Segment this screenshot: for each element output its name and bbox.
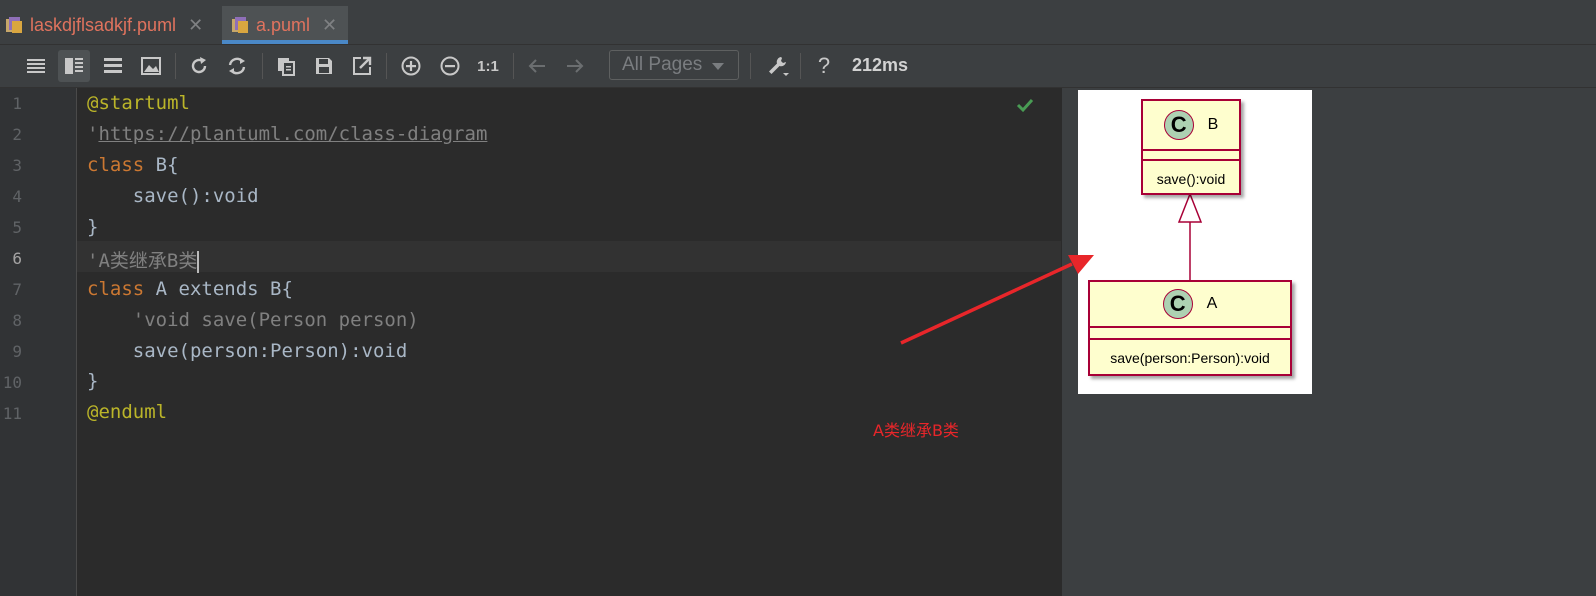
refresh-icon[interactable] xyxy=(183,50,215,82)
close-icon[interactable]: ✕ xyxy=(188,15,203,36)
toolbar-separator xyxy=(386,53,387,79)
comment-quote: ' xyxy=(87,123,99,145)
line-number: 6 xyxy=(12,249,22,268)
code-line-8[interactable]: 'void save(Person person) xyxy=(87,309,419,331)
page-select-value: All Pages xyxy=(622,54,703,75)
class-stereotype-icon: C xyxy=(1163,110,1194,140)
save-icon[interactable] xyxy=(308,50,340,82)
puml-file-icon xyxy=(230,15,250,35)
line-number: 9 xyxy=(12,342,22,361)
code-line-3[interactable]: class B{ xyxy=(87,154,179,176)
class-divider xyxy=(1090,326,1290,328)
back-arrow-icon[interactable] xyxy=(521,50,553,82)
class-a-name: A xyxy=(1206,295,1218,312)
puml-file-icon xyxy=(4,15,24,35)
code-line-7[interactable]: class A extends B{ xyxy=(87,278,293,300)
actual-size-button[interactable]: 1:1 xyxy=(472,50,504,82)
tab-label: laskdjflsadkjf.puml xyxy=(30,14,177,35)
keyword-class: class xyxy=(87,154,145,176)
code-line-1[interactable]: @startuml xyxy=(87,92,190,114)
tab-a-puml[interactable]: a.puml ✕ xyxy=(222,6,348,44)
class-a-method: save(person:Person):void xyxy=(1110,350,1270,366)
line-number: 11 xyxy=(2,404,22,423)
tab-laskdjflsadkjf[interactable]: laskdjflsadkjf.puml ✕ xyxy=(0,6,211,44)
class-b-method: save():void xyxy=(1156,171,1226,187)
close-icon[interactable]: ✕ xyxy=(322,15,337,36)
copy-icon[interactable] xyxy=(270,50,302,82)
class-b-box: C B save():void xyxy=(1141,99,1241,195)
code-line-2[interactable]: 'https://plantuml.com/class-diagram xyxy=(87,123,487,145)
url-link[interactable]: https://plantuml.com/class-diagram xyxy=(98,123,487,145)
wrench-icon[interactable] xyxy=(762,50,794,82)
toolbar-separator xyxy=(175,53,176,79)
class-divider xyxy=(1143,159,1239,161)
image-icon[interactable] xyxy=(135,50,167,82)
line-number: 1 xyxy=(12,94,22,113)
line-number: 2 xyxy=(12,125,22,144)
preview-toolbar: 1:1 All Pages ? 212ms xyxy=(0,45,1596,88)
class-b-name: B xyxy=(1207,116,1219,133)
line-number: 7 xyxy=(12,280,22,299)
line-number: 5 xyxy=(12,218,22,237)
forward-arrow-icon[interactable] xyxy=(559,50,591,82)
render-time: 212ms xyxy=(852,55,909,75)
keyword-class: class xyxy=(87,278,145,300)
sync-icon[interactable] xyxy=(221,50,253,82)
class-a-box: C A save(person:Person):void xyxy=(1088,280,1292,376)
help-button[interactable]: ? xyxy=(808,50,840,82)
class-b-header: C B xyxy=(1143,101,1239,149)
text-caret xyxy=(197,250,200,273)
zoom-out-icon[interactable] xyxy=(434,50,466,82)
class-a-header: C A xyxy=(1090,282,1290,326)
code-line-5[interactable]: } xyxy=(87,216,98,238)
chevron-down-icon xyxy=(712,63,724,70)
line-number: 8 xyxy=(12,311,22,330)
code-line-9[interactable]: save(person:Person):void xyxy=(87,340,408,362)
page-select[interactable]: All Pages xyxy=(609,50,739,80)
toolbar-separator xyxy=(262,53,263,79)
class-divider xyxy=(1143,149,1239,151)
list-icon[interactable] xyxy=(20,50,52,82)
tab-label: a.puml xyxy=(256,14,311,35)
line-number: 10 xyxy=(2,373,22,392)
code-line-6[interactable]: 'A类继承B类 xyxy=(87,246,200,273)
code-line-10[interactable]: } xyxy=(87,370,98,392)
line-number: 3 xyxy=(12,156,22,175)
check-icon xyxy=(1016,96,1034,118)
code-line-11[interactable]: @enduml xyxy=(87,401,167,423)
code-text: B{ xyxy=(144,154,179,176)
uml-diagram: C B save():void C A save(person:Person):… xyxy=(1078,90,1312,394)
zoom-in-icon[interactable] xyxy=(395,50,427,82)
export-icon[interactable] xyxy=(346,50,378,82)
annotation-label: A类继承B类 xyxy=(873,421,959,440)
editor-only-icon[interactable] xyxy=(97,50,129,82)
class-stereotype-icon: C xyxy=(1162,289,1193,319)
toolbar-separator xyxy=(750,53,751,79)
comment-text: 'A类继承B类 xyxy=(87,250,198,272)
tab-bar: laskdjflsadkjf.puml ✕ a.puml ✕ xyxy=(0,0,1596,45)
line-number: 4 xyxy=(12,187,22,206)
class-divider xyxy=(1090,338,1290,340)
code-text: A extends B{ xyxy=(144,278,293,300)
toolbar-separator xyxy=(800,53,801,79)
code-line-4[interactable]: save():void xyxy=(87,185,259,207)
toolbar-separator xyxy=(513,53,514,79)
split-view-icon[interactable] xyxy=(58,50,90,82)
